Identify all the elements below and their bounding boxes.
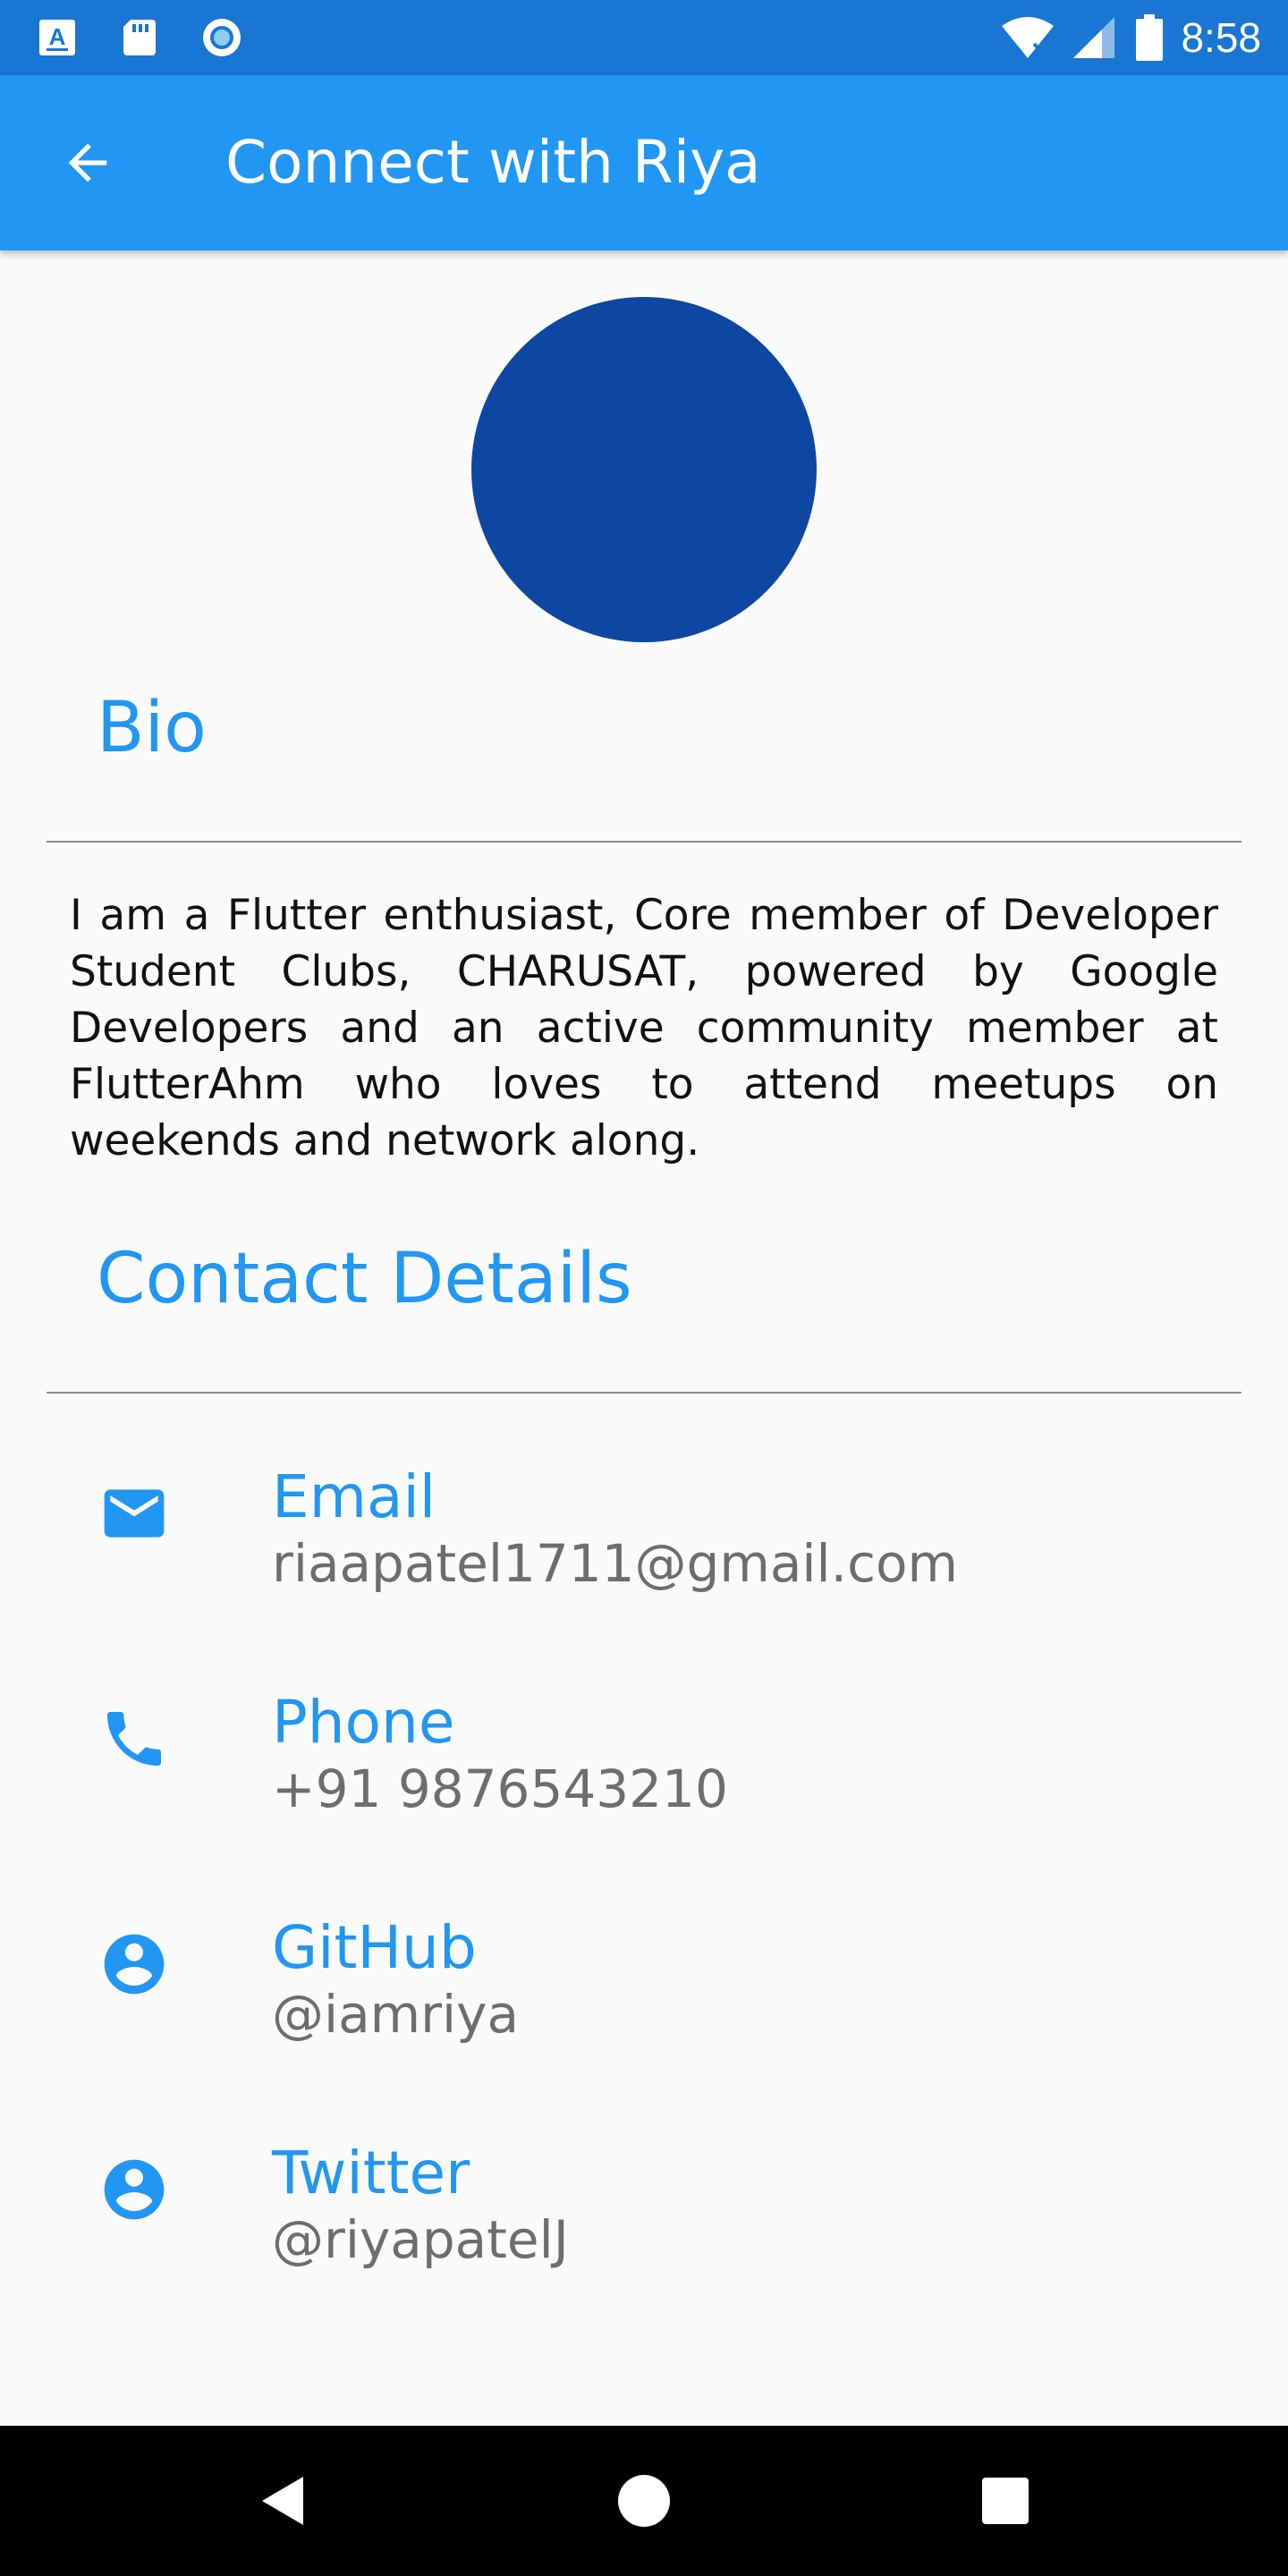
home-circle-icon: [618, 2475, 670, 2527]
contact-item-email[interactable]: Email riaapatel1711@gmail.com: [0, 1458, 1288, 1637]
sd-card-icon: [123, 20, 156, 55]
battery-icon: [1136, 14, 1164, 61]
bio-heading: Bio: [97, 688, 207, 768]
svg-text:A: A: [49, 23, 66, 50]
system-nav-bar: [0, 2426, 1288, 2576]
bio-text: I am a Flutter enthusiast, Core member o…: [70, 891, 1218, 1165]
bio-divider: [47, 841, 1241, 843]
contact-value: @iamriya: [272, 1984, 519, 2045]
status-bar: A 8:58: [0, 0, 1288, 75]
app-bar: Connect with Riya: [0, 75, 1288, 250]
contact-details-heading: Contact Details: [97, 1239, 632, 1319]
contact-label: Phone: [272, 1688, 455, 1757]
avatar: [471, 297, 817, 642]
arrow-back-icon: [68, 143, 107, 182]
account-circle-icon: [98, 1928, 170, 2000]
contact-value: riaapatel1711@gmail.com: [272, 1533, 958, 1594]
back-triangle-icon: [262, 2477, 303, 2525]
contact-divider: [47, 1392, 1241, 1394]
nav-recents-button[interactable]: [970, 2465, 1041, 2537]
page-title: Connect with Riya: [225, 128, 761, 197]
a-keyboard-icon: A: [39, 20, 75, 55]
recents-square-icon: [982, 2478, 1029, 2524]
phone-icon: [98, 1703, 170, 1775]
contact-label: GitHub: [272, 1913, 477, 1982]
contact-item-phone[interactable]: Phone +91 9876543210: [0, 1683, 1288, 1862]
contact-value: @riyapatelJ: [272, 2209, 569, 2270]
back-button[interactable]: [45, 127, 131, 199]
nav-home-button[interactable]: [608, 2465, 680, 2537]
wifi-off-icon: [1002, 17, 1055, 58]
cell-signal-icon: [1073, 17, 1115, 58]
contact-value: +91 9876543210: [272, 1758, 728, 1819]
account-circle-icon: [98, 2154, 170, 2225]
contact-item-twitter[interactable]: Twitter @riyapatelJ: [0, 2134, 1288, 2313]
contact-item-github[interactable]: GitHub @iamriya: [0, 1909, 1288, 2088]
status-time: 8:58: [1181, 14, 1261, 61]
mail-icon: [98, 1478, 170, 1549]
status-bar-system: 8:58: [1000, 11, 1261, 64]
circle-app-icon: [203, 19, 241, 56]
contact-label: Email: [272, 1462, 436, 1531]
status-bar-notifications: A: [36, 16, 243, 59]
contact-label: Twitter: [272, 2139, 470, 2207]
nav-back-button[interactable]: [247, 2465, 318, 2537]
screen: A 8:58 Connect with Riya Bio I am a Flut…: [0, 0, 1288, 2576]
